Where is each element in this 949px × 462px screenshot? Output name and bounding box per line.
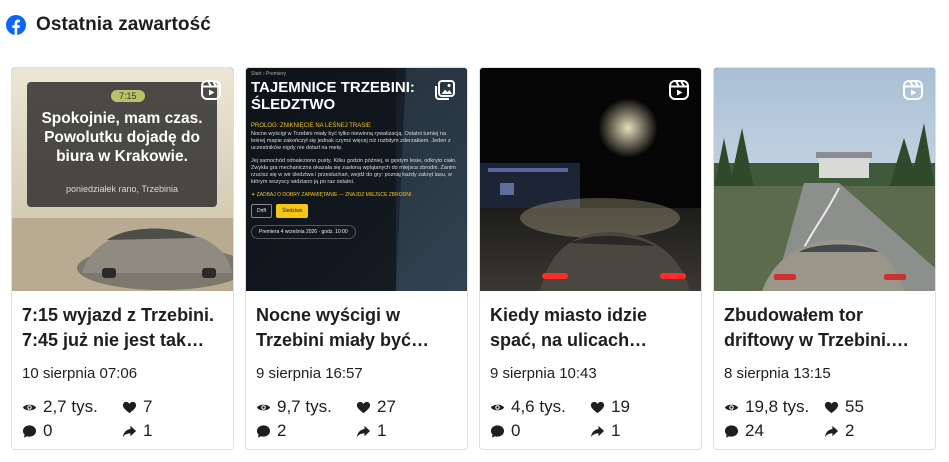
shares-count: 1 — [611, 421, 621, 440]
views-stat: 4,6 tys. — [490, 397, 590, 417]
heart-icon — [356, 401, 371, 413]
comments-count: 0 — [511, 421, 521, 440]
views-count: 2,7 tys. — [43, 397, 98, 416]
views-stat: 2,7 tys. — [22, 397, 122, 417]
comment-icon — [490, 424, 505, 438]
post-thumbnail[interactable]: 7:15 Spokojnie, mam czas. Powolutku doja… — [12, 68, 233, 291]
comment-icon — [724, 424, 739, 438]
shares-stat: 1 — [590, 421, 690, 441]
share-icon — [356, 425, 371, 437]
eye-icon — [724, 404, 739, 410]
eye-icon — [256, 404, 271, 410]
likes-stat: 55 — [824, 397, 924, 417]
heart-icon — [590, 401, 605, 413]
share-icon — [122, 425, 137, 437]
heart-icon — [122, 401, 137, 413]
post-thumbnail[interactable]: Start › Premiery TAJEMNICE TRZEBINI: ŚLE… — [246, 68, 467, 291]
likes-count: 19 — [611, 397, 630, 416]
share-icon — [824, 425, 839, 437]
section-header: Ostatnia zawartość — [6, 13, 211, 37]
thumbnail-subcaption: poniedziałek rano, Trzebinia — [65, 184, 179, 194]
premiere-label: Premiera 4 września 2026 · godz. 10:00 — [251, 225, 356, 239]
comments-count: 2 — [277, 421, 287, 440]
comments-stat: 0 — [490, 421, 590, 441]
comments-stat: 2 — [256, 421, 356, 441]
comments-count: 24 — [745, 421, 764, 440]
likes-stat: 7 — [122, 397, 222, 417]
comments-stat: 24 — [724, 421, 824, 441]
post-stats: 19,8 tys. 55 24 2 — [724, 397, 925, 441]
reels-icon — [201, 80, 221, 100]
content-cards: 7:15 Spokojnie, mam czas. Powolutku doja… — [11, 67, 936, 450]
content-card[interactable]: Start › Premiery TAJEMNICE TRZEBINI: ŚLE… — [245, 67, 468, 450]
photo-icon — [435, 80, 455, 100]
views-stat: 9,7 tys. — [256, 397, 356, 417]
post-date: 9 sierpnia 10:43 — [490, 365, 597, 382]
thumbnail-caption: Spokojnie, mam czas. Powolutku dojadę do… — [41, 110, 203, 165]
views-count: 9,7 tys. — [277, 397, 332, 416]
views-stat: 19,8 tys. — [724, 397, 824, 417]
thumbnail-section: PROLOG: ZNIKNIĘCIE NA LEŚNEJ TRASIE — [251, 123, 371, 129]
reels-icon — [903, 80, 923, 100]
views-count: 4,6 tys. — [511, 397, 566, 416]
thumbnail-image — [480, 68, 701, 291]
content-card[interactable]: 7:15 Spokojnie, mam czas. Powolutku doja… — [11, 67, 234, 450]
share-icon — [590, 425, 605, 437]
post-thumbnail[interactable] — [480, 68, 701, 291]
views-count: 19,8 tys. — [745, 397, 810, 416]
post-title[interactable]: Zbudowałem tor driftowy w Trzebini.… — [724, 303, 925, 353]
likes-count: 27 — [377, 397, 396, 416]
likes-stat: 19 — [590, 397, 690, 417]
post-date: 10 sierpnia 07:06 — [22, 365, 138, 382]
tag: Drift — [251, 204, 273, 218]
thumbnail-tags: Drift Śledztwo — [251, 204, 461, 218]
eye-icon — [490, 404, 505, 410]
post-date: 9 sierpnia 16:57 — [256, 365, 363, 382]
likes-count: 55 — [845, 397, 864, 416]
shares-stat: 2 — [824, 421, 924, 441]
post-thumbnail[interactable] — [714, 68, 935, 291]
breadcrumb: Start › Premiery — [251, 71, 287, 77]
thumbnail-paragraph: Jej samochód odnaleziono pusty. Kilku go… — [251, 158, 457, 185]
comments-stat: 0 — [22, 421, 122, 441]
shares-stat: 1 — [356, 421, 456, 441]
post-title[interactable]: Nocne wyścigi w Trzebini miały być… — [256, 303, 457, 353]
shares-count: 1 — [143, 421, 153, 440]
section-title: Ostatnia zawartość — [36, 14, 211, 35]
post-date: 8 sierpnia 13:15 — [724, 365, 831, 382]
heart-icon — [824, 401, 839, 413]
shares-count: 1 — [377, 421, 387, 440]
eye-icon — [22, 404, 37, 410]
content-card[interactable]: Kiedy miasto idzie spać, na ulicach… 9 s… — [479, 67, 702, 450]
time-pill: 7:15 — [111, 90, 145, 102]
comment-icon — [256, 424, 271, 438]
post-stats: 4,6 tys. 19 0 1 — [490, 397, 691, 441]
post-stats: 2,7 tys. 7 0 1 — [22, 397, 223, 441]
content-card[interactable]: Zbudowałem tor driftowy w Trzebini.… 8 s… — [713, 67, 936, 450]
shares-stat: 1 — [122, 421, 222, 441]
thumbnail-heading: TAJEMNICE TRZEBINI: ŚLEDZTWO — [251, 79, 415, 113]
thumbnail-article: Start › Premiery TAJEMNICE TRZEBINI: ŚLE… — [251, 71, 461, 239]
reels-icon — [669, 80, 689, 100]
comment-icon — [22, 424, 37, 438]
shares-count: 2 — [845, 421, 855, 440]
post-stats: 9,7 tys. 27 2 1 — [256, 397, 457, 441]
post-title[interactable]: Kiedy miasto idzie spać, na ulicach… — [490, 303, 691, 353]
facebook-icon — [6, 15, 26, 35]
tag: Śledztwo — [276, 204, 309, 218]
thumbnail-paragraph: Nocne wyścigi w Trzebini miały być tylko… — [251, 131, 451, 151]
thumbnail-image — [714, 68, 935, 291]
likes-stat: 27 — [356, 397, 456, 417]
likes-count: 7 — [143, 397, 153, 416]
comments-count: 0 — [43, 421, 53, 440]
thumbnail-warning: ✦ ZADBAJ O DOBRY ZAPAMIĘTANIE — ZNAJDZ M… — [251, 192, 412, 198]
post-title[interactable]: 7:15 wyjazd z Trzebini. 7:45 już nie jes… — [22, 303, 223, 353]
thumbnail-caption-box: 7:15 Spokojnie, mam czas. Powolutku doja… — [27, 82, 217, 207]
